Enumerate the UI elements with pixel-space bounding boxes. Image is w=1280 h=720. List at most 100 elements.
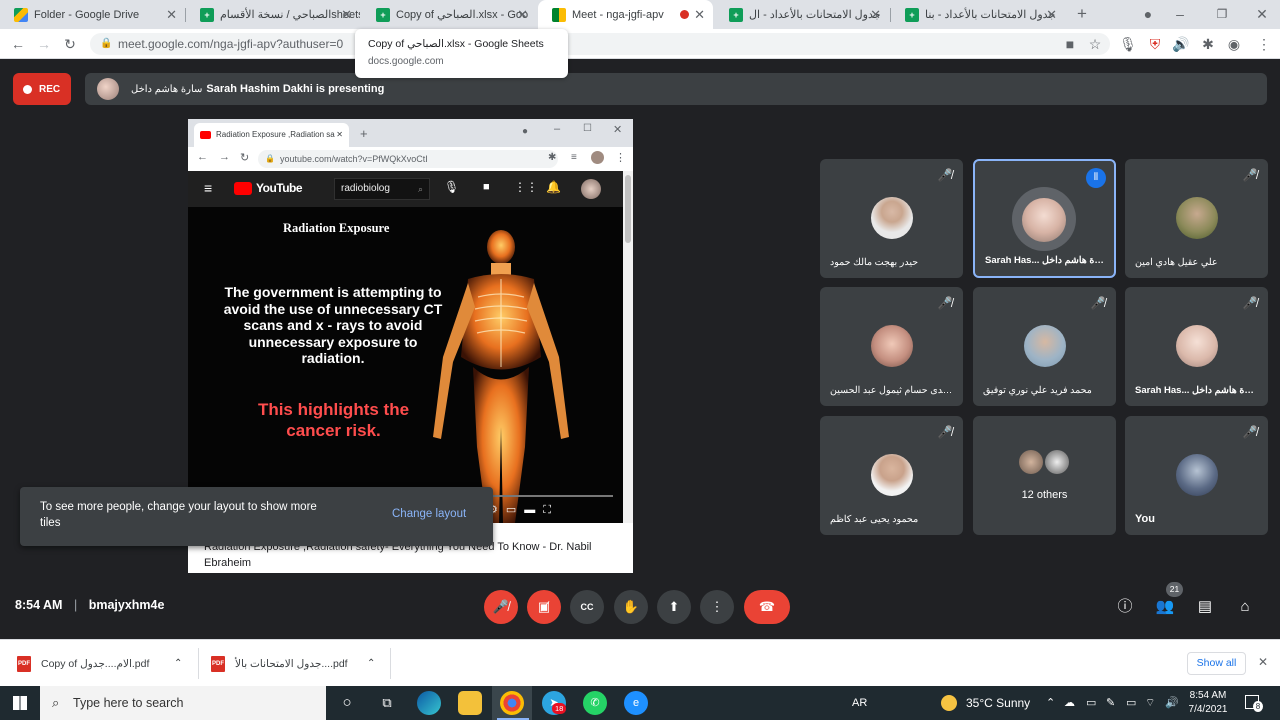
speaker-icon[interactable]: 🔊 — [1171, 34, 1191, 54]
tab-sheets-copy[interactable]: + الصباحي / نسخة الأقسامsheets ✕ — [186, 0, 360, 29]
captions-button[interactable]: CC — [570, 590, 604, 624]
show-all-button[interactable]: Show all — [1187, 652, 1246, 675]
info-icon[interactable]: ⓘ — [1114, 596, 1136, 618]
presenting-text: Sarah Hashim Dakhi is presenting — [206, 83, 385, 95]
forward-icon[interactable]: → — [34, 34, 54, 54]
profile-avatar[interactable]: ◉ — [1224, 34, 1244, 54]
drive-icon — [14, 7, 28, 22]
raise-hand-button[interactable]: ✋ — [614, 590, 648, 624]
network-icon[interactable]: ▭ — [1086, 686, 1096, 720]
participant-tile[interactable]: 🎤̸ الهدى حسام ثيمول عبد الحسين ... — [820, 287, 963, 406]
hand-icon: ✋ — [622, 599, 640, 614]
back-icon[interactable]: ← — [8, 34, 28, 54]
camera-toggle-button[interactable]: ▣̸ — [527, 590, 561, 624]
telegram-badge: 18 — [552, 703, 567, 714]
shared-address-bar: 🔒 youtube.com/watch?v=PfWQkXvoCtI — [258, 150, 558, 168]
browser-toolbar: ← → ↻ 🔒 meet.google.com/nga-jgfi-apv?aut… — [0, 29, 1280, 59]
participant-name: الهدى حسام ثيمول عبد الحسين ... — [830, 385, 953, 396]
menu-icon[interactable]: ⋮ — [1254, 34, 1274, 54]
camera-icon[interactable]: ■ — [1060, 34, 1080, 54]
taskbar-search-input[interactable]: ⌕ Type here to search — [40, 686, 326, 720]
reload-icon: ↻ — [240, 152, 250, 164]
battery-icon[interactable]: ▭ — [1126, 686, 1136, 720]
sheets-icon: + — [200, 7, 214, 22]
meeting-code: bmajyxhm4e — [88, 598, 165, 612]
tab-google-drive[interactable]: Folder - Google Drive ✕ — [0, 0, 185, 29]
mic-toggle-button[interactable]: 🎤̸ — [484, 590, 518, 624]
download-item[interactable]: PDF جدول الامتحانات بالأ....pdf ⌃ — [211, 640, 391, 687]
reload-icon[interactable]: ↻ — [60, 34, 80, 54]
chevron-up-icon[interactable]: ⌃ — [174, 658, 182, 669]
people-icon[interactable]: 👥 — [1154, 596, 1176, 618]
lock-icon: 🔒 — [100, 38, 113, 49]
tab-title: Folder - Google Drive — [34, 8, 140, 21]
download-item[interactable]: PDF Copy of الام....جدول.pdf ⌃ — [17, 640, 197, 687]
extension-shield-icon[interactable]: ⛨ — [1145, 34, 1165, 54]
wifi-icon[interactable]: ⌔ — [1145, 686, 1155, 720]
address-bar[interactable]: 🔒 meet.google.com/nga-jgfi-apv?authuser=… — [90, 33, 1110, 55]
avatar — [870, 325, 913, 367]
close-icon[interactable]: ✕ — [166, 7, 177, 23]
tab-search-icon[interactable]: ● — [1138, 4, 1158, 24]
mic-icon: 🎙 — [444, 180, 460, 194]
miniplayer-icon: ▭ — [505, 504, 525, 516]
close-icon[interactable]: ✕ — [1046, 7, 1057, 23]
tab-meet[interactable]: Meet - nga-jgfi-apv ✕ — [538, 0, 713, 29]
recording-badge[interactable]: REC — [13, 73, 71, 105]
close-icon[interactable]: ✕ — [694, 7, 705, 23]
leave-call-button[interactable]: ☎ — [744, 590, 790, 624]
extensions-icon[interactable]: ✱ — [1198, 34, 1218, 54]
present-button[interactable]: ⬆ — [657, 590, 691, 624]
participant-tile[interactable]: 🎤̸ حيدر بهجت مالك حمود — [820, 159, 963, 278]
tab-sheets-exam[interactable]: + جدول الامتحانات بالأعداد - ال ✕ — [715, 0, 889, 29]
onedrive-icon[interactable]: ☁ — [1064, 686, 1075, 720]
file-explorer-icon[interactable] — [458, 691, 482, 715]
notification-count: 8 — [1253, 701, 1263, 712]
close-icon[interactable]: ✕ — [517, 7, 528, 23]
activities-icon[interactable]: ⌂ — [1234, 596, 1256, 618]
pen-icon[interactable]: ✎ — [1106, 686, 1115, 720]
language-indicator[interactable]: AR — [852, 686, 867, 720]
captions-icon: CC — [580, 602, 594, 612]
maximize-icon[interactable]: ❐ — [1212, 4, 1232, 24]
edge-icon[interactable] — [417, 691, 441, 715]
microphone-icon[interactable]: 🎙 — [1118, 34, 1138, 54]
download-filename: Copy of الام....جدول.pdf — [41, 657, 150, 670]
participant-tile-active-speaker[interactable]: ⦀ Sarah Has... سارة هاشم داخل — [973, 159, 1116, 278]
windows-start-icon[interactable] — [13, 696, 27, 710]
cortana-icon[interactable]: ○ — [335, 691, 359, 715]
browser-app-icon[interactable]: e — [624, 691, 648, 715]
chrome-icon[interactable] — [500, 691, 524, 715]
window-close-icon[interactable]: ✕ — [1252, 4, 1272, 24]
star-icon[interactable]: ☆ — [1085, 34, 1105, 54]
whatsapp-icon[interactable]: ✆ — [583, 691, 607, 715]
tab-sheets-exam-2[interactable]: + جدول الامتحانات بالأعداد - بنا ✕ — [891, 0, 1065, 29]
taskbar-clock[interactable]: 8:54 AM 7/4/2021 — [1186, 689, 1230, 717]
record-dot-icon — [23, 84, 32, 94]
volume-icon[interactable]: 🔊 — [1165, 686, 1179, 720]
tab-sheets-xlsx[interactable]: + Copy of الصباحي.xlsx - Goo ✕ — [362, 0, 536, 29]
new-tab-icon[interactable]: + — [1072, 4, 1092, 24]
self-tile[interactable]: 🎤̸ You — [1125, 416, 1268, 535]
participant-name: حيدر بهجت مالك حمود — [830, 257, 919, 268]
task-view-icon[interactable]: ⧉ — [375, 691, 399, 715]
sheets-icon: + — [729, 7, 743, 22]
participant-tile[interactable]: 🎤̸ محمود يحيى عبد كاظم — [820, 416, 963, 535]
participant-tile[interactable]: 🎤̸ Sarah Has... سارة هاشم داخل — [1125, 287, 1268, 406]
close-icon[interactable]: ✕ — [1258, 655, 1268, 669]
weather-text[interactable]: 35°C Sunny — [966, 686, 1030, 720]
more-options-button[interactable]: ⋮ — [700, 590, 734, 624]
participant-tile[interactable]: 🎤̸ علي عقيل هادي امين — [1125, 159, 1268, 278]
others-tile[interactable]: 12 others — [973, 416, 1116, 535]
avatar — [1175, 454, 1218, 496]
chevron-up-icon[interactable]: ⌃ — [1046, 686, 1055, 720]
minimize-icon[interactable]: – — [1170, 4, 1190, 24]
meeting-time: 8:54 AM — [15, 598, 63, 612]
mic-off-icon: 🎤̸ — [1090, 296, 1106, 310]
change-layout-button[interactable]: Change layout — [392, 508, 466, 520]
close-icon[interactable]: ✕ — [341, 7, 352, 23]
participant-tile[interactable]: 🎤̸ محمد فريد علي نوري توفيق — [973, 287, 1116, 406]
close-icon[interactable]: ✕ — [870, 7, 881, 23]
chat-icon[interactable]: ▤ — [1194, 596, 1216, 618]
chevron-up-icon[interactable]: ⌃ — [367, 658, 375, 669]
